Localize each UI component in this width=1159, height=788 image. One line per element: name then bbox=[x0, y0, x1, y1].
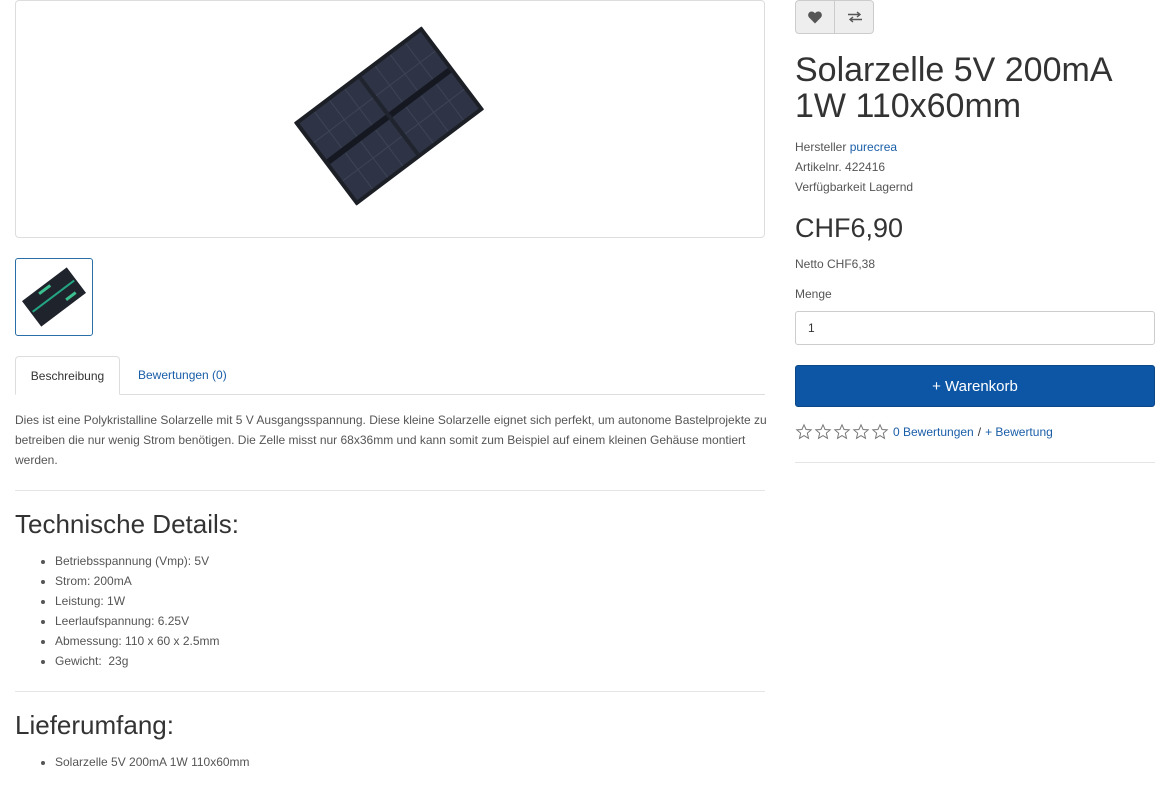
quantity-label: Menge bbox=[795, 287, 832, 301]
solar-panel-image bbox=[294, 26, 484, 206]
product-thumbnail[interactable] bbox=[15, 258, 93, 336]
product-main-image[interactable] bbox=[15, 0, 765, 238]
netto-price: Netto CHF6,38 bbox=[795, 257, 876, 271]
add-to-cart-button[interactable]: + Warenkorb bbox=[795, 365, 1155, 407]
availability-row: Verfügbarkeit Lagernd bbox=[795, 177, 913, 197]
thumbnail-image bbox=[22, 267, 86, 327]
product-tabs: Beschreibung Bewertungen (0) bbox=[15, 356, 765, 395]
list-item: Betriebsspannung (Vmp): 5V bbox=[55, 551, 220, 571]
star-empty-icon bbox=[871, 423, 889, 440]
star-empty-icon bbox=[795, 423, 813, 440]
rating-row: 0 Bewertungen / + Bewertung bbox=[795, 422, 1053, 442]
quantity-input[interactable] bbox=[795, 311, 1155, 345]
compare-button[interactable] bbox=[835, 1, 873, 33]
tab-beschreibung[interactable]: Beschreibung bbox=[15, 356, 120, 395]
manufacturer-label: Hersteller bbox=[795, 140, 847, 154]
rating-stars bbox=[795, 423, 889, 441]
delivery-heading: Lieferumfang: bbox=[15, 710, 174, 740]
list-item: Gewicht: 23g bbox=[55, 651, 220, 671]
tech-details-heading: Technische Details: bbox=[15, 509, 239, 539]
delivery-list: Solarzelle 5V 200mA 1W 110x60mm bbox=[55, 752, 250, 772]
manufacturer-link[interactable]: purecrea bbox=[850, 140, 897, 154]
tech-details-list: Betriebsspannung (Vmp): 5V Strom: 200mA … bbox=[55, 551, 220, 671]
divider bbox=[15, 490, 765, 491]
tab-bewertungen[interactable]: Bewertungen (0) bbox=[123, 356, 242, 395]
rating-separator: / bbox=[977, 425, 982, 439]
add-review-link[interactable]: + Bewertung bbox=[985, 425, 1053, 439]
divider bbox=[795, 462, 1155, 463]
reviews-link[interactable]: 0 Bewertungen bbox=[893, 425, 974, 439]
wishlist-button[interactable] bbox=[796, 1, 835, 33]
star-empty-icon bbox=[852, 423, 870, 440]
manufacturer-row: Hersteller purecrea bbox=[795, 137, 897, 157]
product-description: Dies ist eine Polykristalline Solarzelle… bbox=[15, 413, 767, 467]
article-label: Artikelnr. bbox=[795, 160, 842, 174]
compare-arrows-icon bbox=[847, 11, 862, 23]
product-actions bbox=[795, 0, 874, 34]
list-item: Leerlaufspannung: 6.25V bbox=[55, 611, 220, 631]
article-number-row: Artikelnr. 422416 bbox=[795, 157, 885, 177]
heart-icon bbox=[808, 10, 822, 23]
availability-label: Verfügbarkeit bbox=[795, 180, 866, 194]
availability-value: Lagernd bbox=[869, 180, 914, 194]
list-item: Leistung: 1W bbox=[55, 591, 220, 611]
list-item: Abmessung: 110 x 60 x 2.5mm bbox=[55, 631, 220, 651]
list-item: Solarzelle 5V 200mA 1W 110x60mm bbox=[55, 752, 250, 772]
star-empty-icon bbox=[814, 423, 832, 440]
divider bbox=[15, 691, 765, 692]
article-number: 422416 bbox=[845, 160, 886, 174]
star-empty-icon bbox=[833, 423, 851, 440]
product-price: CHF6,90 bbox=[795, 213, 904, 243]
list-item: Strom: 200mA bbox=[55, 571, 220, 591]
product-title: Solarzelle 5V 200mA 1W 110x60mm bbox=[795, 51, 1111, 125]
